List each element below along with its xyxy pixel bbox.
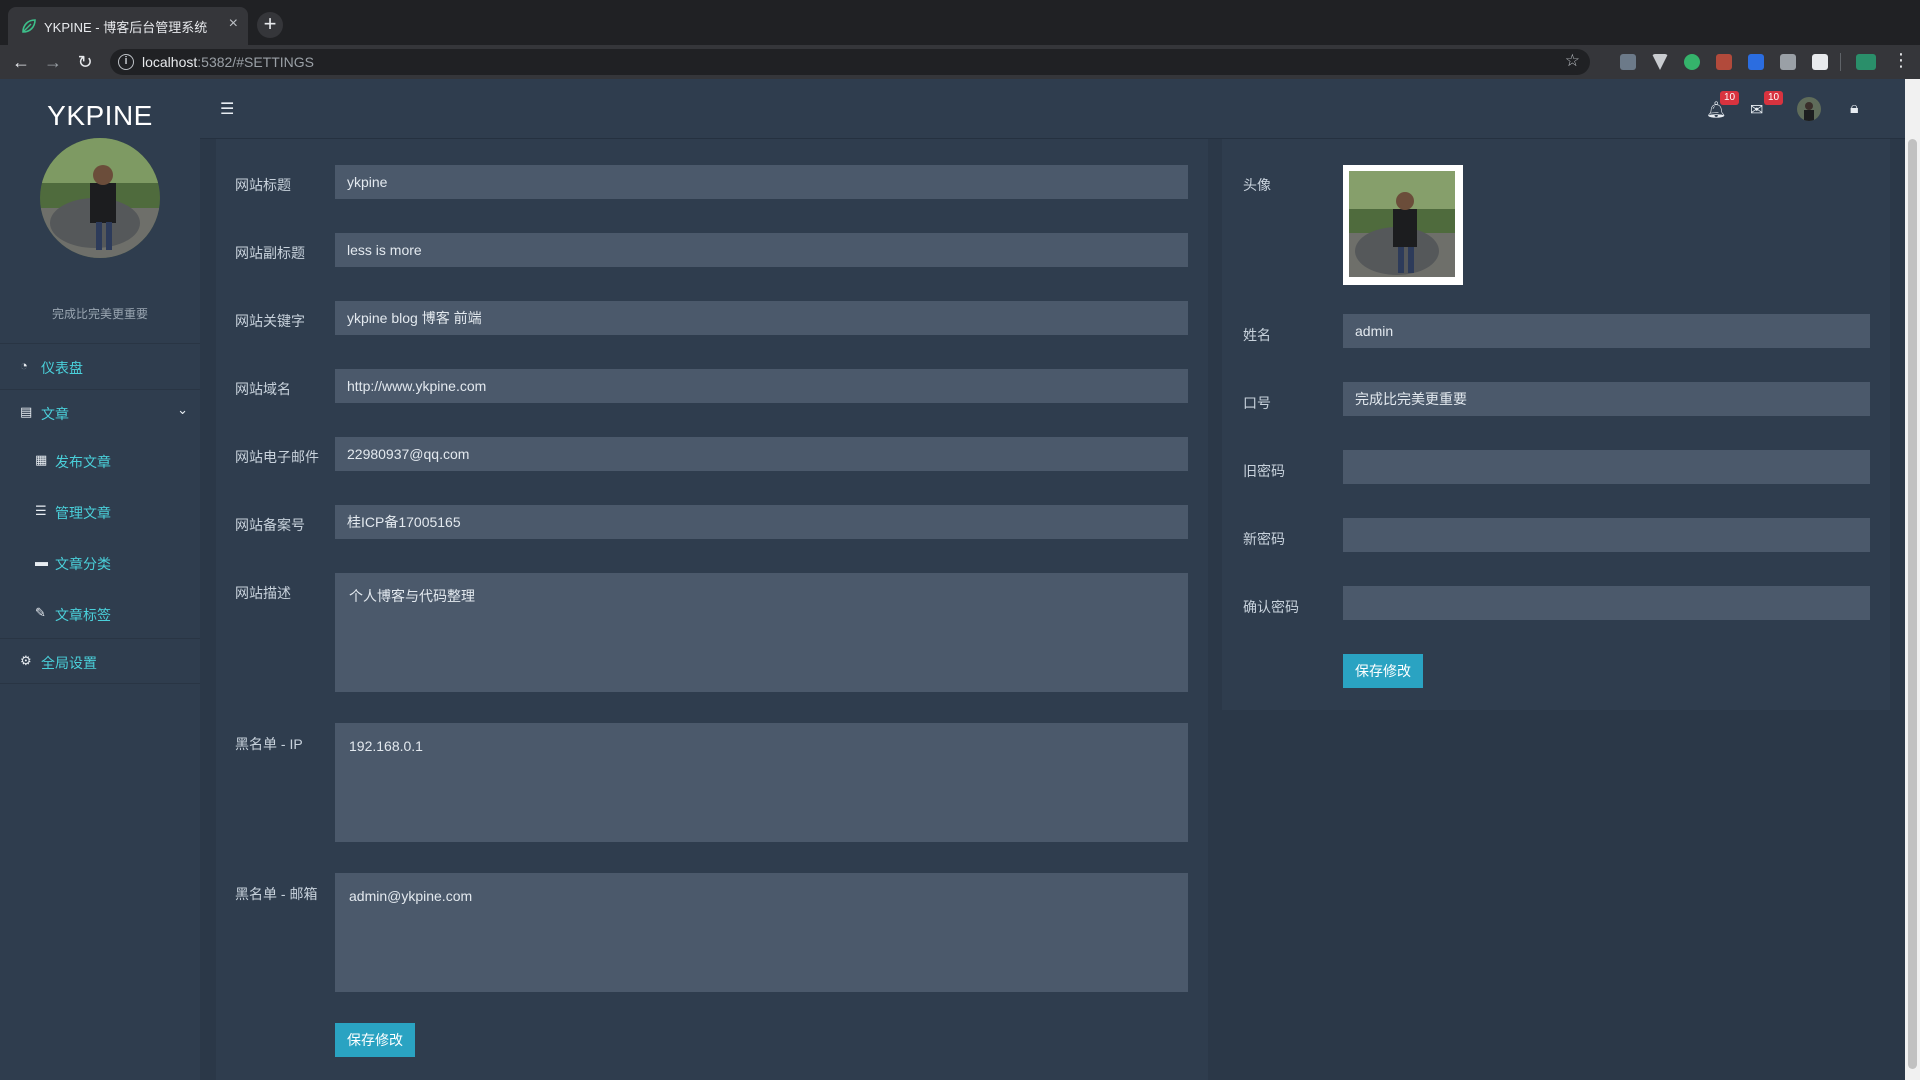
chevron-down-icon: ⌄	[177, 402, 188, 417]
top-navbar: ☰ 🔔︎ 10 ✉ 10 🔒︎	[200, 79, 1905, 139]
extension-icon[interactable]	[1716, 54, 1732, 70]
back-icon[interactable]: ←	[8, 49, 34, 75]
save-profile-button[interactable]: 保存修改	[1343, 654, 1423, 688]
envelope-icon[interactable]: ✉	[1750, 100, 1763, 120]
extension-icon[interactable]	[1684, 54, 1700, 70]
scrollbar-thumb[interactable]	[1908, 139, 1917, 1069]
confirm-password-label: 确认密码	[1243, 599, 1299, 615]
url-text: localhost:5382/#SETTINGS	[142, 54, 314, 70]
avatar-preview	[1349, 171, 1457, 279]
browser-tab[interactable]: YKPINE - 博客后台管理系统 ×	[8, 7, 248, 45]
info-icon[interactable]: i	[118, 54, 134, 70]
old-password-input[interactable]	[1343, 450, 1870, 484]
extension-icon[interactable]	[1620, 54, 1636, 70]
sidebar-item-label: 发布文章	[55, 454, 111, 470]
browser-menu-icon[interactable]: ⋮	[1892, 50, 1910, 71]
brand-title: YKPINE	[47, 100, 153, 131]
lock-icon[interactable]: 🔒︎	[1850, 100, 1859, 118]
sidebar-item-label: 仪表盘	[41, 360, 83, 376]
extension-icon[interactable]	[1812, 54, 1828, 70]
new-password-label: 新密码	[1243, 531, 1285, 547]
qr-code-icon[interactable]	[1780, 54, 1796, 70]
extension-icon[interactable]	[1748, 54, 1764, 70]
reload-icon[interactable]: ↻	[72, 49, 98, 75]
title-label: 网站标题	[235, 177, 291, 193]
blacklist-email-label: 黑名单 - 邮箱	[235, 886, 318, 902]
sidebar-item-dashboard[interactable]: ◔ 仪表盘	[0, 343, 200, 389]
site-email-input[interactable]: 22980937@qq.com	[335, 437, 1188, 471]
dashboard-icon: ◔	[20, 358, 28, 373]
page-scrollbar[interactable]	[1905, 79, 1920, 1080]
star-icon[interactable]: ☆	[1565, 51, 1580, 71]
sidebar: YKPINE 完成比完美更重要 ◔ 仪表盘 ▤ 文章 ⌄ ▦ 发布文章 ☰ 管理…	[0, 79, 200, 1080]
motto-text: 完成比完美更重要	[51, 307, 148, 321]
notification-badge: 10	[1720, 91, 1740, 105]
article-icon: ▤	[20, 404, 33, 419]
sidebar-item-label: 管理文章	[55, 505, 111, 521]
sidebar-item-label: 文章标签	[55, 607, 111, 623]
sidebar-item-articles[interactable]: ▤ 文章 ⌄	[0, 389, 200, 435]
sidebar-item-label: 文章分类	[55, 556, 111, 572]
sidebar-item-label: 文章	[41, 406, 69, 422]
sidebar-item-settings[interactable]: ⚙ 全局设置	[0, 638, 200, 684]
domain-label: 网站域名	[235, 381, 291, 397]
bars-icon[interactable]: ☰	[220, 99, 234, 119]
vue-devtools-icon[interactable]	[1652, 54, 1668, 70]
gears-icon: ⚙	[20, 653, 32, 668]
blacklist-ip-label: 黑名单 - IP	[235, 736, 303, 752]
icp-label: 网站备案号	[235, 517, 305, 533]
save-site-settings-button[interactable]: 保存修改	[335, 1023, 415, 1057]
email-label: 网站电子邮件	[235, 449, 319, 465]
sidebar-item-categories[interactable]: ▬ 文章分类	[0, 537, 200, 587]
old-password-label: 旧密码	[1243, 463, 1285, 479]
sidebar-item-manage[interactable]: ☰ 管理文章	[0, 486, 200, 536]
extension-icon[interactable]	[1856, 54, 1876, 70]
briefcase-icon: ▬	[35, 554, 48, 569]
message-badge: 10	[1764, 91, 1784, 105]
avatar-upload[interactable]	[1343, 165, 1463, 285]
confirm-password-input[interactable]	[1343, 586, 1870, 620]
motto-input[interactable]: 完成比完美更重要	[1343, 382, 1870, 416]
blacklist-ip-textarea[interactable]: 192.168.0.1	[335, 723, 1188, 842]
sidebar-item-publish[interactable]: ▦ 发布文章	[0, 435, 200, 485]
tab-title: YKPINE - 博客后台管理系统	[44, 20, 208, 35]
url-host: localhost	[142, 54, 198, 70]
subtitle-label: 网站副标题	[235, 245, 305, 261]
site-keywords-input[interactable]: ykpine blog 博客 前端	[335, 301, 1188, 335]
avatar-photo	[1797, 97, 1821, 121]
avatar-label: 头像	[1243, 177, 1271, 193]
app-root: YKPINE 完成比完美更重要 ◔ 仪表盘 ▤ 文章 ⌄ ▦ 发布文章 ☰ 管理…	[0, 79, 1920, 1080]
new-tab-button[interactable]: +	[257, 12, 283, 38]
sidebar-item-tags[interactable]: ✎ 文章标签	[0, 588, 200, 638]
list-icon: ☰	[35, 503, 47, 518]
forward-icon[interactable]: →	[40, 49, 66, 75]
avatar-photo	[1349, 171, 1455, 277]
browser-toolbar: ← → ↻ i localhost:5382/#SETTINGS ☆ ⋮	[0, 45, 1920, 79]
url-path: :5382/#SETTINGS	[197, 54, 314, 70]
wrench-icon: ✎	[35, 605, 46, 620]
new-password-input[interactable]	[1343, 518, 1870, 552]
site-title-input[interactable]: ykpine	[335, 165, 1188, 199]
sidebar-item-label: 全局设置	[41, 655, 97, 671]
site-domain-input[interactable]: http://www.ykpine.com	[335, 369, 1188, 403]
blacklist-email-textarea[interactable]: admin@ykpine.com	[335, 873, 1188, 992]
toolbar-divider	[1840, 53, 1841, 71]
site-description-textarea[interactable]: 个人博客与代码整理	[335, 573, 1188, 692]
site-subtitle-input[interactable]: less is more	[335, 233, 1188, 267]
avatar-photo	[40, 138, 160, 258]
calendar-plus-icon: ▦	[35, 452, 48, 467]
motto-label: 口号	[1243, 395, 1271, 411]
user-avatar[interactable]	[1797, 97, 1821, 121]
name-label: 姓名	[1243, 327, 1271, 343]
browser-tabbar: YKPINE - 博客后台管理系统 × +	[0, 0, 1920, 45]
keywords-label: 网站关键字	[235, 313, 305, 329]
description-label: 网站描述	[235, 585, 291, 601]
profile-panel	[1222, 139, 1890, 710]
avatar	[40, 138, 160, 258]
site-icp-input[interactable]: 桂ICP备17005165	[335, 505, 1188, 539]
address-bar[interactable]: i localhost:5382/#SETTINGS ☆	[110, 49, 1590, 75]
leaf-favicon	[22, 19, 36, 33]
name-input[interactable]: admin	[1343, 314, 1870, 348]
close-icon[interactable]: ×	[229, 15, 238, 33]
